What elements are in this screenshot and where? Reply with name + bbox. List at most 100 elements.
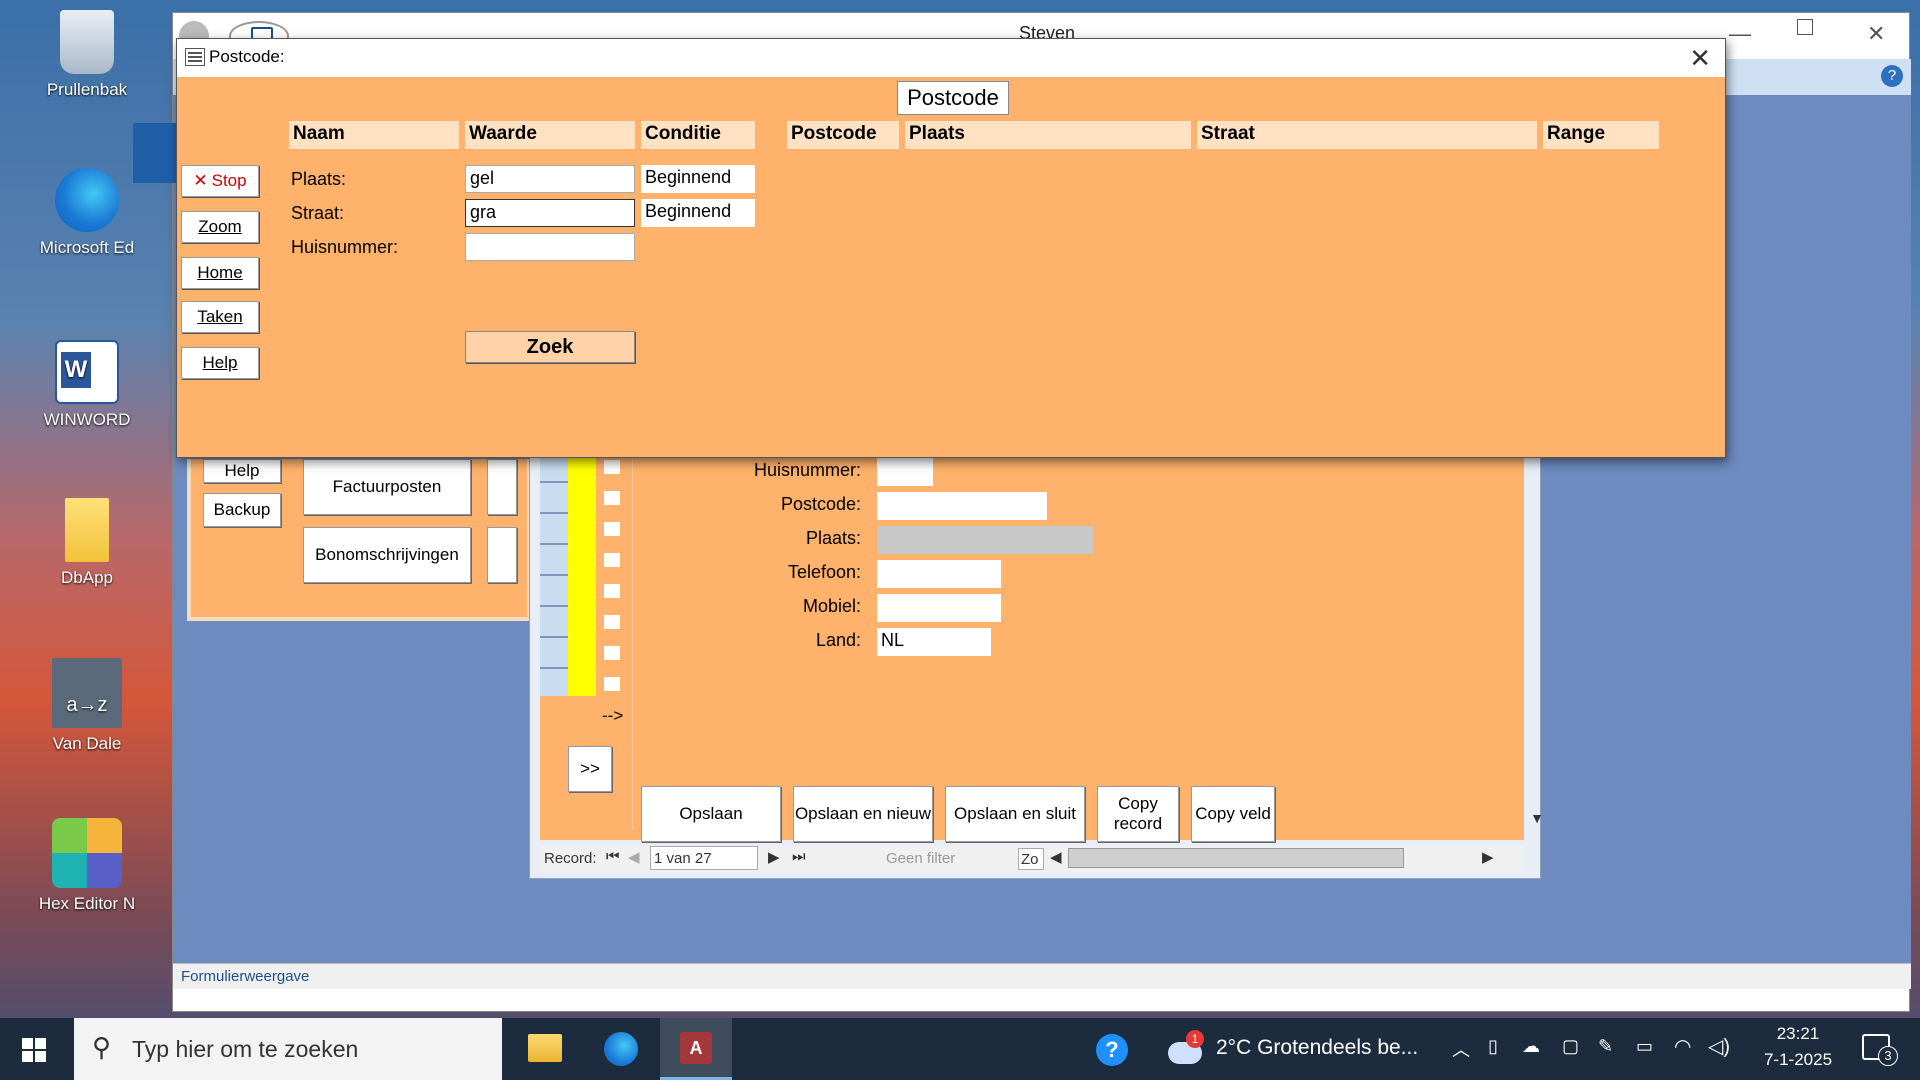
- desktop-icon-dbapp[interactable]: DbApp: [22, 498, 152, 588]
- field-input[interactable]: [877, 560, 1001, 588]
- button-label: Bonomschrijvingen: [315, 545, 459, 564]
- pen-icon[interactable]: ✎: [1598, 1036, 1613, 1057]
- zoek-button[interactable]: Zoek: [465, 331, 635, 363]
- straat-input[interactable]: gra: [465, 199, 635, 227]
- horizontal-scrollbar[interactable]: [1068, 848, 1404, 868]
- scroll-left-icon[interactable]: ◀: [1050, 848, 1062, 866]
- taskbar-search[interactable]: ⚲ Typ hier om te zoeken: [74, 1018, 502, 1080]
- copy-record-button[interactable]: Copy record: [1097, 786, 1179, 842]
- taskbar-edge[interactable]: [584, 1018, 656, 1080]
- desktop-icon-vandale[interactable]: a→z Van Dale: [22, 658, 152, 754]
- menu-button-partial[interactable]: [487, 459, 517, 515]
- field-input[interactable]: [877, 458, 933, 486]
- taskbar-access[interactable]: A: [660, 1018, 732, 1080]
- volume-icon[interactable]: ◁): [1708, 1034, 1730, 1059]
- field-label: Mobiel:: [802, 596, 861, 616]
- maximize-icon[interactable]: [1797, 19, 1813, 35]
- access-icon: A: [680, 1032, 712, 1064]
- prev-record-icon[interactable]: ◀: [628, 848, 640, 866]
- display-icon[interactable]: ▢: [1562, 1036, 1579, 1057]
- field-input[interactable]: NL: [877, 628, 991, 656]
- minimize-icon[interactable]: —: [1729, 21, 1751, 47]
- opslaan-button[interactable]: Opslaan: [641, 786, 781, 842]
- more-arrow: -->: [602, 706, 624, 725]
- help-icon[interactable]: ?: [1096, 1034, 1128, 1066]
- factuurposten-button[interactable]: Factuurposten: [303, 459, 471, 515]
- desktop-icon-hexeditor[interactable]: Hex Editor N: [22, 818, 152, 914]
- plaats-label: Plaats:: [291, 169, 347, 189]
- phone-icon[interactable]: ▯: [1488, 1036, 1498, 1057]
- desktop-icon-label: WINWORD: [43, 410, 131, 429]
- chevron-up-icon[interactable]: ︿: [1452, 1036, 1470, 1062]
- taken-button[interactable]: Taken: [181, 301, 259, 333]
- filter-status[interactable]: Geen filter: [886, 850, 955, 867]
- help-menu-button[interactable]: Help: [203, 459, 281, 483]
- notification-icon[interactable]: 3: [1862, 1034, 1898, 1066]
- button-label: Opslaan: [679, 804, 743, 823]
- plaats-input[interactable]: gel: [465, 165, 635, 193]
- record-number-field[interactable]: 1 van 27: [650, 846, 758, 870]
- next-button[interactable]: >>: [568, 746, 612, 792]
- first-record-icon[interactable]: ⏮: [606, 848, 620, 865]
- weather-text[interactable]: 2°C Grotendeels be...: [1216, 1036, 1418, 1060]
- last-record-icon[interactable]: ⏭: [792, 848, 806, 865]
- header-plaats: Plaats: [905, 121, 1191, 149]
- opslaan-sluit-button[interactable]: Opslaan en sluit: [945, 786, 1085, 842]
- button-label: Factuurposten: [332, 477, 442, 496]
- button-label: Help: [202, 353, 238, 372]
- straat-condition[interactable]: Beginnend: [641, 199, 755, 227]
- plaats-condition[interactable]: Beginnend: [641, 165, 755, 193]
- folder-icon: [65, 498, 109, 562]
- wifi-icon[interactable]: ◠: [1674, 1034, 1691, 1059]
- help-button[interactable]: Help: [181, 347, 259, 379]
- button-label: Backup: [213, 500, 271, 519]
- word-icon: W: [55, 340, 119, 404]
- search-field[interactable]: Zo: [1018, 848, 1044, 870]
- next-record-icon[interactable]: ▶: [768, 848, 780, 866]
- menu-panel: Help Backup Factuurposten Bonomschrijvin…: [187, 459, 531, 621]
- button-label: Copy veld: [1195, 804, 1271, 823]
- edge-icon: [55, 168, 119, 232]
- home-button[interactable]: Home: [181, 257, 259, 289]
- close-icon[interactable]: ✕: [1689, 43, 1711, 74]
- button-label: Taken: [197, 307, 243, 326]
- stop-button[interactable]: ✕ Stop: [181, 165, 259, 197]
- status-bar: Formulierweergave: [173, 963, 1911, 989]
- search-icon: ⚲: [92, 1032, 112, 1062]
- field-input[interactable]: [877, 492, 1047, 520]
- button-label: Help: [224, 461, 260, 480]
- bonomschrijvingen-button[interactable]: Bonomschrijvingen: [303, 527, 471, 583]
- help-icon[interactable]: ?: [1881, 65, 1903, 87]
- record-navbar: Record: ⏮ ◀ 1 van 27 ▶ ⏭ Geen filter Zo …: [540, 846, 1524, 872]
- scroll-right-icon[interactable]: ▶: [1482, 848, 1494, 866]
- taskbar-explorer[interactable]: [508, 1018, 580, 1080]
- battery-icon[interactable]: ▭: [1636, 1036, 1653, 1057]
- huisnummer-input[interactable]: [465, 233, 635, 261]
- zoom-button[interactable]: Zoom: [181, 211, 259, 243]
- desktop-icon-label: Microsoft Ed: [39, 238, 135, 257]
- button-label: Copy record: [1113, 794, 1163, 833]
- desktop-icon-label: DbApp: [61, 568, 113, 587]
- postcode-dialog: Postcode: ✕ Postcode Naam Waarde Conditi…: [176, 38, 1726, 458]
- start-icon[interactable]: [22, 1038, 46, 1062]
- opslaan-nieuw-button[interactable]: Opslaan en nieuw: [793, 786, 933, 842]
- desktop-icon-label: Van Dale: [52, 734, 122, 753]
- button-label: Stop: [211, 171, 247, 190]
- scroll-down-icon[interactable]: ▼: [1530, 810, 1544, 826]
- desktop-icon-word[interactable]: W WINWORD: [22, 340, 152, 430]
- field-input[interactable]: [877, 594, 1001, 622]
- clock[interactable]: 23:21 7-1-2025: [1750, 1024, 1846, 1070]
- field-input[interactable]: [877, 526, 1093, 554]
- copy-veld-button[interactable]: Copy veld: [1191, 786, 1275, 842]
- close-icon[interactable]: ✕: [1867, 21, 1885, 47]
- header-straat: Straat: [1197, 121, 1537, 149]
- weather-widget[interactable]: 1: [1168, 1030, 1208, 1066]
- backup-button[interactable]: Backup: [203, 493, 281, 527]
- menu-button-partial[interactable]: [487, 527, 517, 583]
- weather-badge: 1: [1186, 1030, 1204, 1048]
- header-waarde: Waarde: [465, 121, 635, 149]
- taskbar: ⚲ Typ hier om te zoeken A ? 1 2°C Groten…: [0, 1018, 1920, 1080]
- desktop-icon-recycle-bin[interactable]: Prullenbak: [22, 10, 152, 100]
- hex-editor-icon: [52, 818, 122, 888]
- onedrive-icon[interactable]: ☁: [1522, 1036, 1540, 1057]
